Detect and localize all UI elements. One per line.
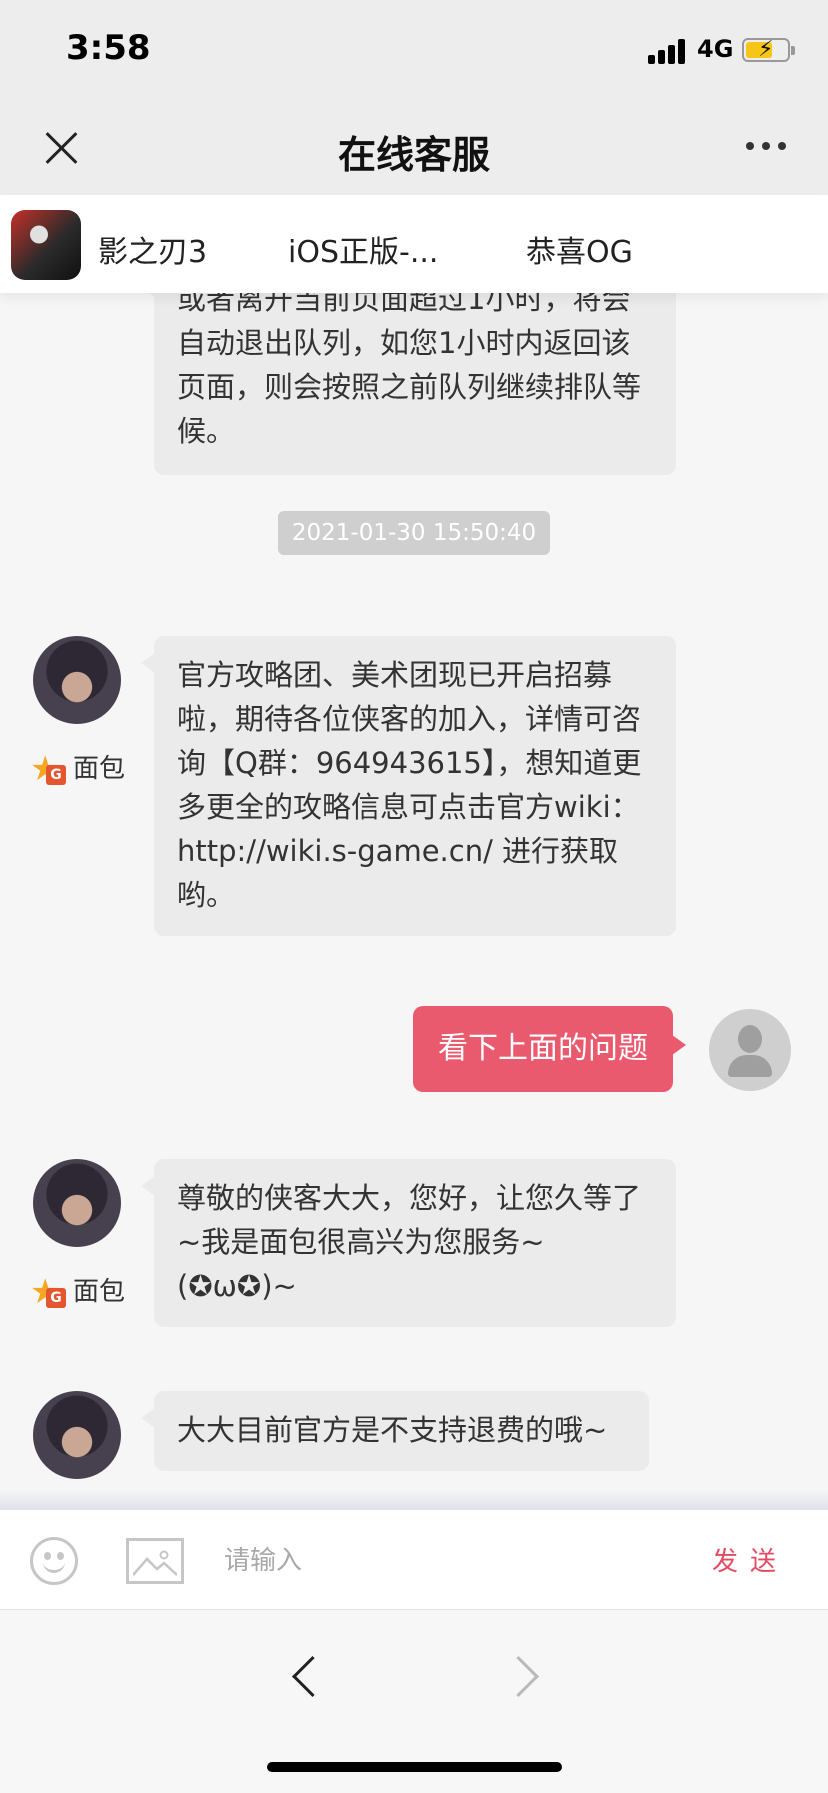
send-button[interactable]: 发送 (712, 1541, 788, 1578)
message-text: 看下上面的问题 (438, 1031, 648, 1066)
browser-toolbar (0, 1610, 828, 1793)
game-info-bar: 影之刃3 iOS正版-... 恭喜OG (0, 195, 828, 293)
message-bubble-agent: 官方攻略团、美术团现已开启招募啦，期待各位侠客的加入，详情可咨询【Q群：9649… (141, 636, 676, 936)
input-bar: 发送 (0, 1510, 828, 1610)
agent-name: 面包 (73, 1277, 126, 1307)
message-text: 大大目前官方是不支持退费的哦~ (177, 1413, 608, 1447)
message-input[interactable] (210, 1535, 690, 1587)
agent-tag: ★ G 面包 (30, 1274, 130, 1310)
status-bar: 3:58 4G ⚡ (0, 0, 828, 100)
more-icon[interactable] (744, 140, 788, 154)
agent-badge: G (46, 765, 66, 785)
message-bubble-system: 或者离开当前页面超过1小时，将会自动退出队列，如您1小时内返回该页面，则会按照之… (141, 293, 676, 475)
agent-avatar[interactable] (33, 1159, 121, 1247)
emoji-icon[interactable] (30, 1537, 78, 1585)
message-text: 或者离开当前页面超过1小时，将会自动退出队列，如您1小时内返回该页面，则会按照之… (177, 293, 642, 448)
image-icon[interactable] (126, 1538, 184, 1584)
agent-avatar[interactable] (33, 636, 121, 724)
message-bubble-agent: 大大目前官方是不支持退费的哦~ (141, 1391, 649, 1471)
user-avatar[interactable] (709, 1009, 791, 1091)
game-user: 恭喜OG (526, 235, 633, 270)
chevron-right-icon[interactable] (508, 1654, 538, 1700)
message-text: 官方攻略团、美术团现已开启招募啦，期待各位侠客的加入，详情可咨询【Q群：9649… (177, 658, 642, 912)
status-time: 3:58 (66, 28, 151, 68)
message-bubble-user: 看下上面的问题 (413, 1006, 686, 1092)
network-label: 4G (697, 35, 734, 63)
message-bubble-agent: 尊敬的侠客大大，您好，让您久等了~我是面包很高兴为您服务~(✪ω✪)~ (141, 1159, 676, 1327)
battery-icon: ⚡ (742, 37, 795, 62)
agent-badge: G (46, 1288, 66, 1308)
agent-tag: ★ G 面包 (30, 751, 130, 787)
game-platform: iOS正版-... (288, 235, 439, 270)
agent-name: 面包 (73, 754, 126, 784)
message-text: 尊敬的侠客大大，您好，让您久等了~我是面包很高兴为您服务~(✪ω✪)~ (177, 1181, 642, 1303)
game-name: 影之刃3 (98, 235, 208, 270)
message-timestamp: 2021-01-30 15:50:40 (278, 511, 550, 555)
nav-bar: 在线客服 (0, 100, 828, 195)
chevron-left-icon[interactable] (290, 1654, 320, 1700)
message-list[interactable]: 或者离开当前页面超过1小时，将会自动退出队列，如您1小时内返回该页面，则会按照之… (0, 293, 828, 1510)
input-shadow (0, 1490, 828, 1510)
signal-icon (648, 38, 688, 64)
agent-avatar[interactable] (33, 1391, 121, 1479)
game-app-icon (11, 210, 81, 280)
page-title: 在线客服 (337, 133, 490, 177)
home-indicator[interactable] (267, 1762, 562, 1772)
